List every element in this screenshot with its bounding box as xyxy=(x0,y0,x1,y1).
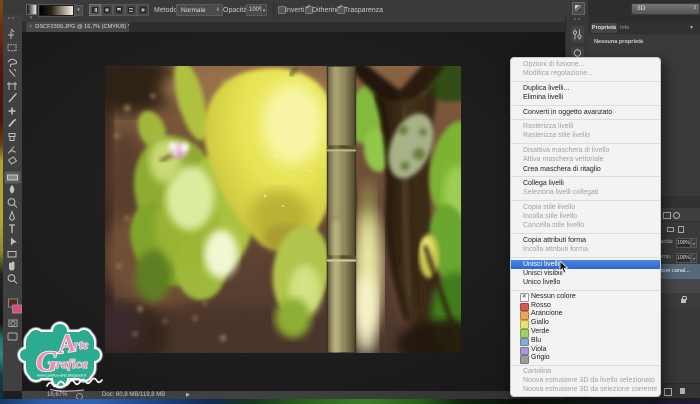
svg-text:www.grafica-arte.blogspot.it: www.grafica-arte.blogspot.it xyxy=(37,373,87,378)
svg-text:rafica: rafica xyxy=(56,356,88,371)
svg-text:rte: rte xyxy=(74,337,89,352)
